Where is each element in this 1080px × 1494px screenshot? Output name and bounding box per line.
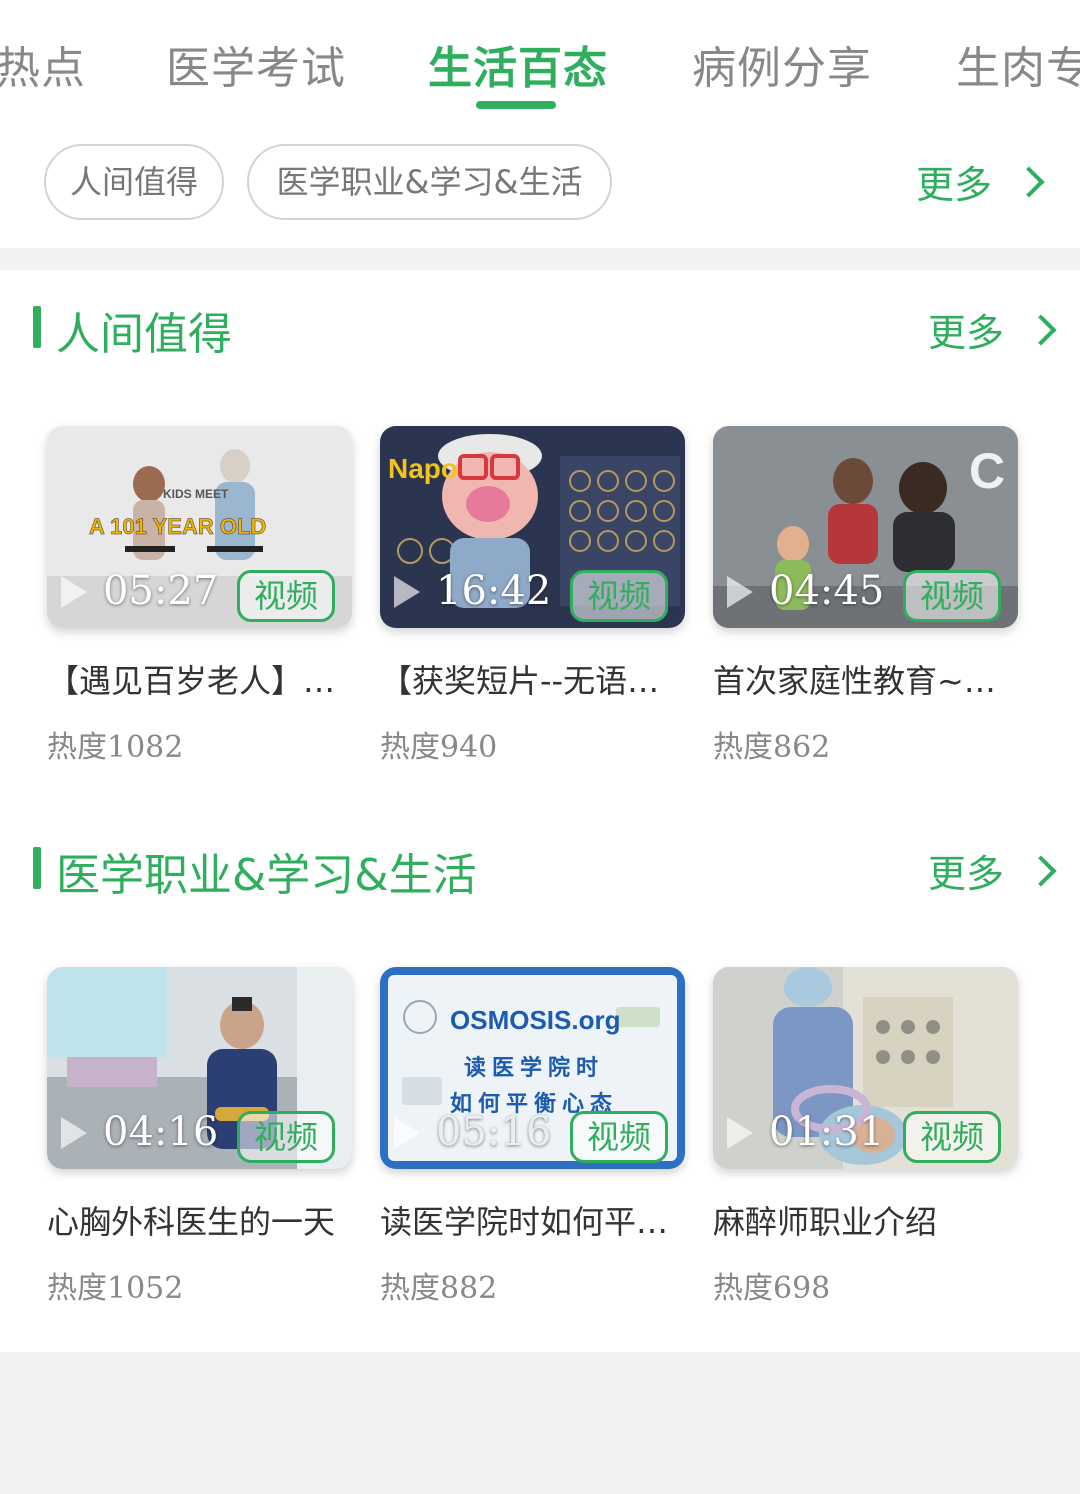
video-thumbnail[interactable]: 01:31 视频 bbox=[713, 967, 1018, 1169]
thumbnail-logo: OSMOSIS.org bbox=[450, 1005, 620, 1035]
more-label: 更多 bbox=[928, 852, 1005, 896]
divider bbox=[0, 248, 1080, 270]
tab-medical-exam[interactable]: 医学考试 bbox=[166, 32, 346, 96]
video-thumbnail[interactable]: C 04:45 视频 bbox=[713, 426, 1018, 628]
thumbnail-logo: Napo bbox=[388, 453, 458, 484]
thumbnail-logo: C bbox=[969, 443, 1005, 499]
tab-case-share[interactable]: 病例分享 bbox=[692, 32, 872, 96]
video-heat: 热度882 bbox=[380, 1271, 498, 1306]
active-tab-indicator bbox=[476, 101, 556, 109]
chevron-right-icon bbox=[1025, 313, 1057, 346]
video-badge: 视频 bbox=[570, 570, 668, 622]
tab-raw-topic[interactable]: 生肉专 bbox=[956, 32, 1080, 96]
video-card[interactable]: KIDS MEET A 101 YEAR OLD 05:27 视频 【遇见百岁老… bbox=[47, 426, 352, 765]
video-title[interactable]: 心胸外科医生的一天 bbox=[47, 1197, 352, 1243]
top-panel: 热点 医学考试 生活百态 病例分享 生肉专 人间值得 医学职业&学习&生活 更多 bbox=[0, 0, 1080, 248]
play-icon bbox=[727, 576, 753, 608]
video-title[interactable]: 读医学院时如何平… bbox=[380, 1197, 685, 1243]
play-icon bbox=[394, 576, 420, 608]
section-title-worth-living: 人间值得 bbox=[56, 309, 232, 360]
video-heat: 热度698 bbox=[713, 1271, 831, 1306]
video-heat: 热度1052 bbox=[47, 1271, 184, 1306]
section-title-medical-career: 医学职业&学习&生活 bbox=[56, 850, 477, 901]
video-thumbnail[interactable]: Napo 16:42 视频 bbox=[380, 426, 685, 628]
tab-hot[interactable]: 热点 bbox=[0, 32, 86, 96]
video-badge: 视频 bbox=[237, 1111, 335, 1163]
video-badge: 视频 bbox=[570, 1111, 668, 1163]
video-card[interactable]: C 04:45 视频 首次家庭性教育~~… 热度862 bbox=[713, 426, 1018, 765]
video-title[interactable]: 【遇见百岁老人】… bbox=[47, 656, 352, 702]
video-duration: 04:16 bbox=[103, 1109, 219, 1155]
section-more-button[interactable]: 更多 bbox=[928, 843, 1057, 898]
category-tabs: 热点 医学考试 生活百态 病例分享 生肉专 bbox=[0, 0, 1080, 120]
video-duration: 01:31 bbox=[769, 1109, 885, 1155]
video-badge: 视频 bbox=[903, 1111, 1001, 1163]
section-accent-bar bbox=[33, 847, 41, 889]
thumbnail-headline: 读医学院时 bbox=[464, 1055, 604, 1081]
video-duration: 05:16 bbox=[436, 1109, 552, 1155]
chip-medical-career[interactable]: 医学职业&学习&生活 bbox=[247, 144, 612, 220]
video-heat: 热度862 bbox=[713, 730, 831, 765]
chip-worth-living[interactable]: 人间值得 bbox=[44, 144, 224, 220]
section-accent-bar bbox=[33, 306, 41, 348]
chevron-right-icon bbox=[1025, 854, 1057, 887]
video-duration: 04:45 bbox=[769, 568, 885, 614]
more-label: 更多 bbox=[916, 163, 993, 207]
video-card[interactable]: 01:31 视频 麻醉师职业介绍 热度698 bbox=[713, 967, 1018, 1306]
video-thumbnail[interactable]: KIDS MEET A 101 YEAR OLD 05:27 视频 bbox=[47, 426, 352, 628]
thumbnail-headline: A 101 YEAR OLD bbox=[89, 514, 266, 539]
video-badge: 视频 bbox=[237, 570, 335, 622]
video-title[interactable]: 首次家庭性教育~~… bbox=[713, 656, 1018, 702]
section-more-button[interactable]: 更多 bbox=[928, 302, 1057, 357]
video-heat: 热度1082 bbox=[47, 730, 184, 765]
more-label: 更多 bbox=[928, 311, 1005, 355]
video-duration: 16:42 bbox=[436, 568, 552, 614]
video-title[interactable]: 麻醉师职业介绍 bbox=[713, 1197, 1018, 1243]
play-icon bbox=[61, 576, 87, 608]
tab-life[interactable]: 生活百态 bbox=[428, 32, 608, 96]
video-duration: 05:27 bbox=[103, 568, 219, 614]
video-card[interactable]: 04:16 视频 心胸外科医生的一天 热度1052 bbox=[47, 967, 352, 1306]
play-icon bbox=[727, 1117, 753, 1149]
video-card[interactable]: Napo 16:42 视频 【获奖短片--无语… 热度940 bbox=[380, 426, 685, 765]
play-icon bbox=[61, 1117, 87, 1149]
video-card[interactable]: OSMOSIS.org 读医学院时 如何平衡心态 05:16 视频 读医学院时如… bbox=[380, 967, 685, 1306]
video-thumbnail[interactable]: OSMOSIS.org 读医学院时 如何平衡心态 05:16 视频 bbox=[380, 967, 685, 1169]
play-icon bbox=[394, 1117, 420, 1149]
video-heat: 热度940 bbox=[380, 730, 498, 765]
video-title[interactable]: 【获奖短片--无语… bbox=[380, 656, 685, 702]
video-thumbnail[interactable]: 04:16 视频 bbox=[47, 967, 352, 1169]
video-badge: 视频 bbox=[903, 570, 1001, 622]
chevron-right-icon bbox=[1013, 165, 1045, 198]
chips-more-button[interactable]: 更多 bbox=[916, 154, 1045, 209]
thumbnail-caption: KIDS MEET bbox=[163, 487, 229, 501]
content-area: 人间值得 更多 KIDS MEET A 101 YEAR OLD 05:27 视… bbox=[0, 270, 1080, 1352]
